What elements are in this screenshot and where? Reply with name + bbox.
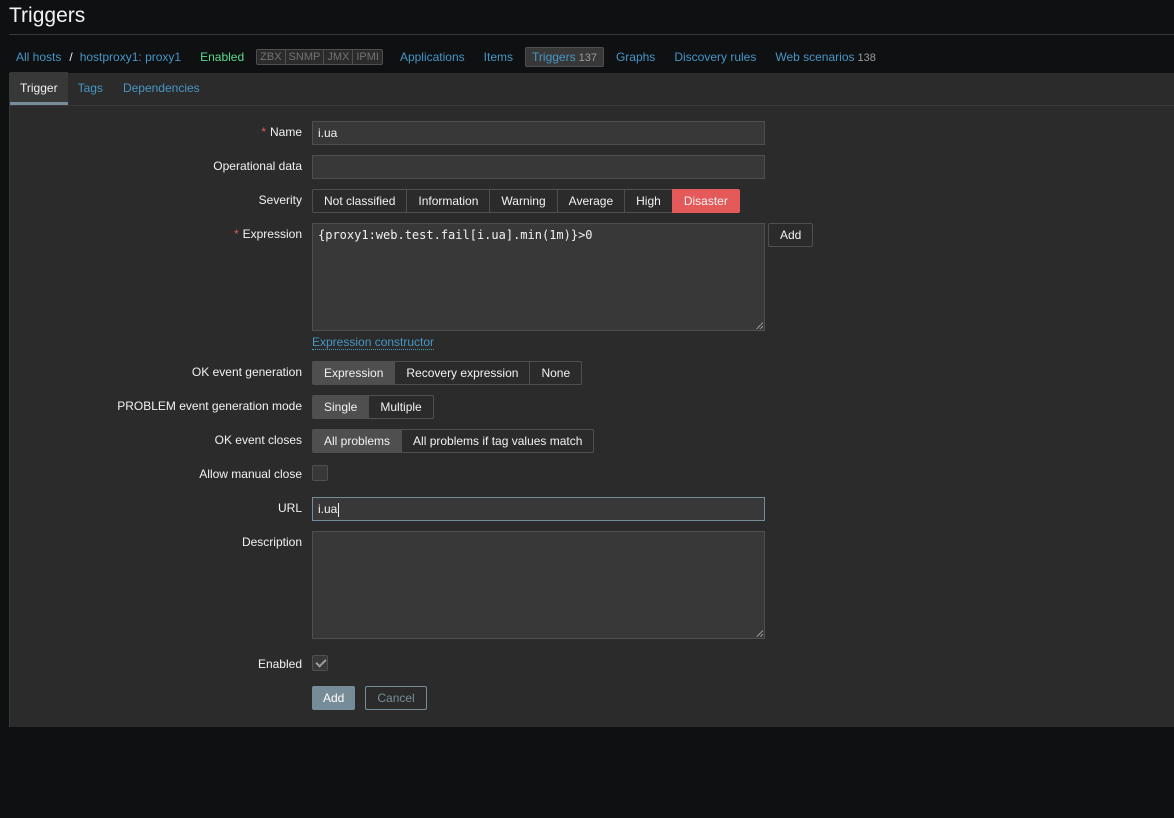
ok-closes-tag-match[interactable]: All problems if tag values match [401,429,595,453]
problem-mode-label: PROBLEM event generation mode [117,399,302,413]
name-label: * Name [2,125,302,139]
required-mark: * [233,227,239,241]
nav-graphs[interactable]: Graphs [616,50,655,64]
severity-average[interactable]: Average [556,189,626,213]
description-label: Description [241,535,302,549]
name-input[interactable]: i.ua [312,121,765,145]
expression-constructor-link[interactable]: Expression constructor [312,335,435,350]
severity-label: Severity [258,193,302,207]
nav-web-scenarios-label: Web scenarios [775,50,855,64]
ok-event-generation-selector: Expression Recovery expression None [312,361,583,385]
ok-event-closes-label: OK event closes [214,433,302,447]
enabled-label: Enabled [257,657,302,671]
trigger-form-container: Trigger Tags Dependencies * Name i.ua Ope… [9,72,1174,727]
text-cursor [338,502,340,517]
opdata-label: Operational data [213,159,302,173]
nav-applications[interactable]: Applications [400,50,465,64]
severity-high[interactable]: High [624,189,673,213]
availability-indicators: ZBX SNMP JMX IPMI [256,49,383,65]
page-title: Triggers [9,4,86,27]
problem-mode-multiple[interactable]: Multiple [368,395,434,419]
nav-triggers-count: 137 [578,52,597,64]
nav-web-scenarios-count: 138 [857,52,876,64]
description-textarea[interactable] [312,531,765,639]
expression-add-button[interactable]: Add [768,223,814,247]
allow-manual-close-label: Allow manual close [199,467,302,481]
severity-disaster[interactable]: Disaster [671,189,740,213]
name-label-text: Name [269,125,302,139]
breadcrumb-host[interactable]: hostproxy1: proxy1 [80,50,181,64]
expression-label-text: Expression [242,227,302,241]
expression-textarea[interactable]: {proxy1:web.test.fail[i.ua].min(1m)}>0 [312,223,765,331]
breadcrumb-separator: / [69,50,73,64]
ok-event-recovery-expression[interactable]: Recovery expression [394,361,531,385]
ok-closes-all-problems[interactable]: All problems [312,429,403,453]
url-label: URL [277,501,302,515]
ok-event-none[interactable]: None [529,361,583,385]
problem-mode-single[interactable]: Single [312,395,370,419]
url-input[interactable]: i.ua [312,497,765,521]
availability-jmx: JMX [323,50,352,64]
add-button[interactable]: Add [312,686,356,710]
nav-triggers-label: Triggers [532,50,576,64]
url-value: i.ua [318,502,338,516]
ok-event-generation-label: OK event generation [191,365,302,379]
tab-trigger[interactable]: Trigger [10,72,68,105]
host-status-badge[interactable]: Enabled [200,50,244,64]
problem-mode-selector: Single Multiple [312,395,434,419]
enabled-checkbox[interactable] [312,655,328,671]
ok-event-closes-selector: All problems All problems if tag values … [312,429,595,453]
cancel-button[interactable]: Cancel [365,686,427,710]
expression-label: * Expression [2,227,302,241]
nav-triggers[interactable]: Triggers 137 [525,47,604,67]
required-mark: * [261,125,266,139]
severity-warning[interactable]: Warning [489,189,558,213]
severity-information[interactable]: Information [406,189,491,213]
availability-ipmi: IPMI [352,50,382,64]
tab-tags[interactable]: Tags [68,72,113,105]
breadcrumb-all-hosts[interactable]: All hosts [16,50,61,64]
nav-items[interactable]: Items [484,50,513,64]
expression-text: {proxy1:web.test.fail[i.ua].min(1m)}>0 [318,228,593,242]
tab-dependencies[interactable]: Dependencies [113,72,210,105]
allow-manual-close-checkbox[interactable] [312,465,328,481]
title-divider [9,34,1174,35]
resize-handle-icon[interactable] [756,322,763,329]
opdata-input[interactable] [312,155,765,179]
availability-snmp: SNMP [284,50,324,64]
resize-handle-icon[interactable] [756,630,763,637]
severity-selector: Not classified Information Warning Avera… [312,189,740,213]
nav-web-scenarios[interactable]: Web scenarios 138 [775,50,876,64]
nav-discovery-rules[interactable]: Discovery rules [674,50,756,64]
availability-zbx: ZBX [260,51,282,63]
host-navigation: All hosts / hostproxy1: proxy1 Enabled Z… [9,46,1174,68]
severity-not-classified[interactable]: Not classified [312,189,408,213]
form-tabs: Trigger Tags Dependencies [10,72,1174,106]
ok-event-expression[interactable]: Expression [312,361,396,385]
